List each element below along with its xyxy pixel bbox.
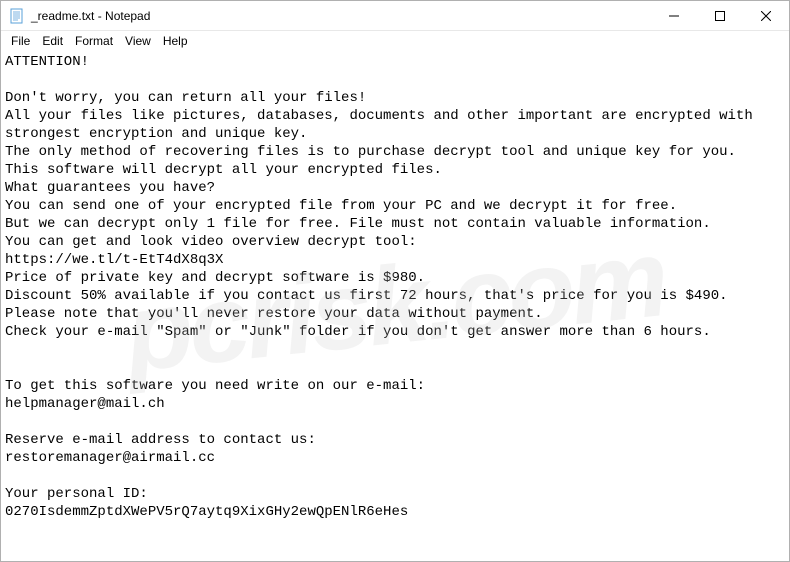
close-button[interactable]: [743, 1, 789, 30]
menu-help[interactable]: Help: [157, 32, 194, 50]
minimize-button[interactable]: [651, 1, 697, 30]
maximize-button[interactable]: [697, 1, 743, 30]
notepad-window: _readme.txt - Notepad File Edit Format V…: [0, 0, 790, 562]
menu-format[interactable]: Format: [69, 32, 119, 50]
menu-file[interactable]: File: [5, 32, 36, 50]
window-title: _readme.txt - Notepad: [31, 9, 651, 23]
menubar: File Edit Format View Help: [1, 31, 789, 51]
text-area[interactable]: pcrisk.comATTENTION! Don't worry, you ca…: [1, 51, 789, 561]
menu-edit[interactable]: Edit: [36, 32, 69, 50]
window-controls: [651, 1, 789, 30]
document-text: ATTENTION! Don't worry, you can return a…: [5, 54, 761, 520]
menu-view[interactable]: View: [119, 32, 157, 50]
notepad-icon: [9, 8, 25, 24]
titlebar[interactable]: _readme.txt - Notepad: [1, 1, 789, 31]
